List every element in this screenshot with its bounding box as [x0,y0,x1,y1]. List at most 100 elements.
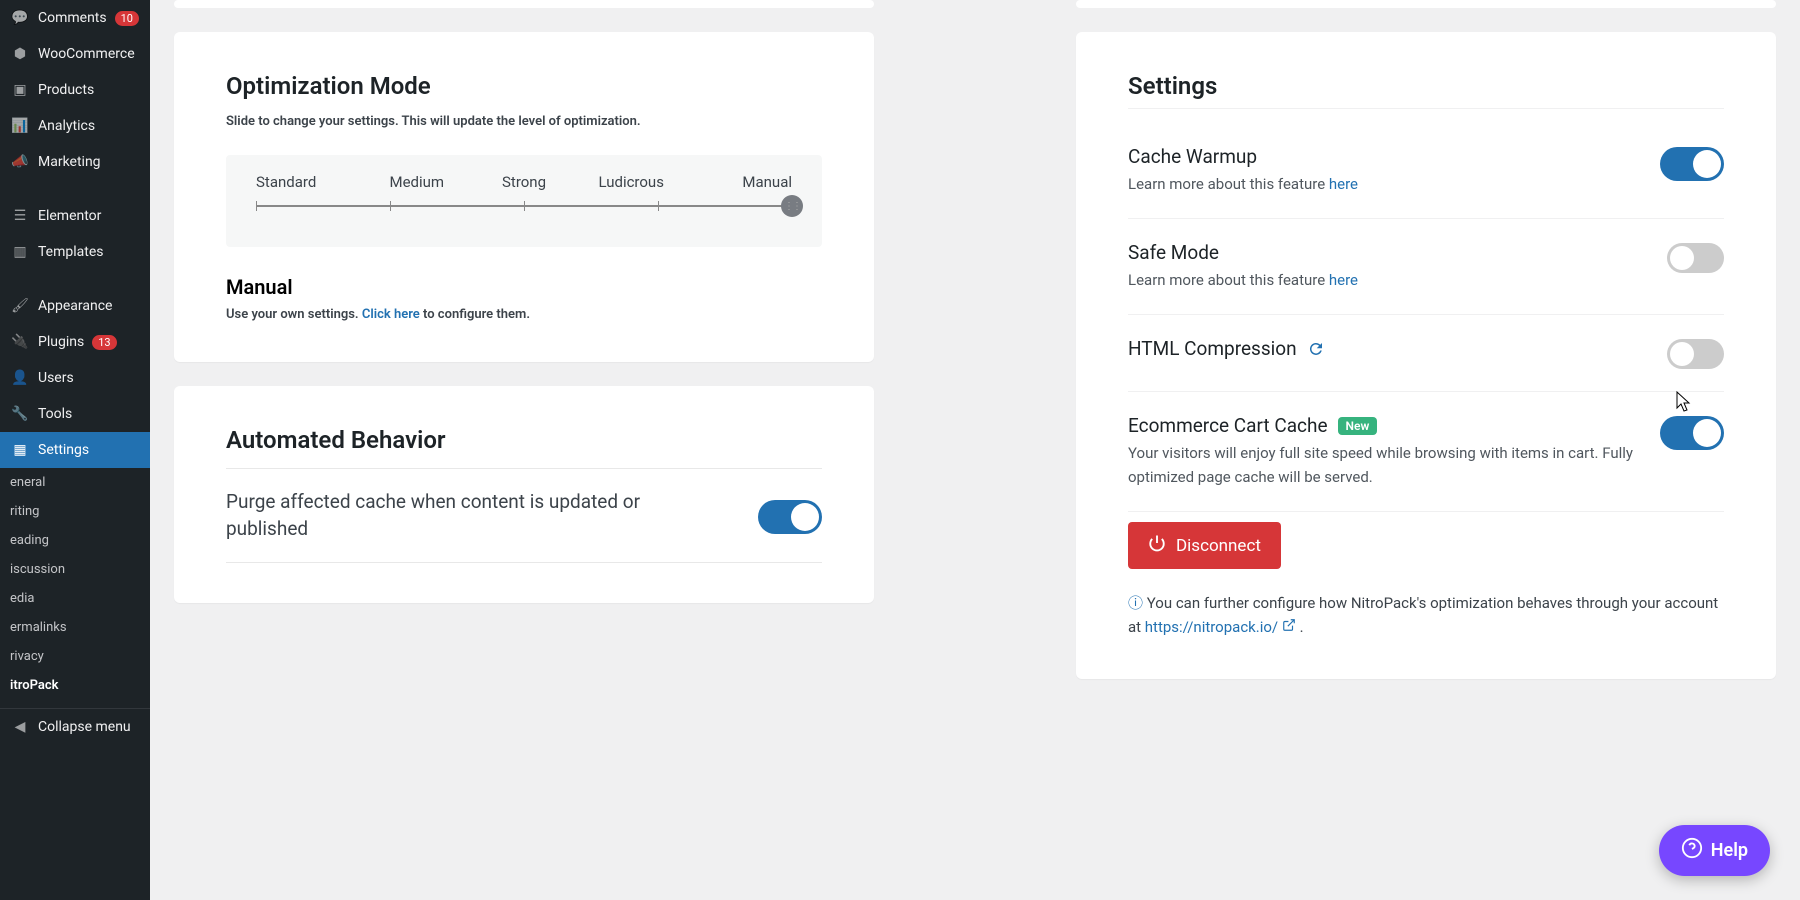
nitropack-link[interactable]: https://nitropack.io/ [1145,618,1278,636]
tools-icon: 🔧 [10,404,30,424]
learn-more-link[interactable]: here [1329,175,1358,193]
submenu-writing[interactable]: riting [0,497,150,526]
learn-more-link[interactable]: here [1329,271,1358,289]
info-icon: ⓘ [1128,594,1143,612]
settings-row-safe-mode: Safe Mode Learn more about this feature … [1128,219,1724,315]
sidebar-item-label: Users [38,370,74,386]
appearance-icon: 🖌 [10,296,30,316]
info-text: ⓘ You can further configure how NitroPac… [1128,591,1724,639]
help-button[interactable]: Help [1659,825,1770,876]
automated-row: Purge affected cache when content is upd… [226,468,822,563]
sidebar-item-products[interactable]: ▣ Products [0,72,150,108]
card-subtitle: Slide to change your settings. This will… [226,114,822,129]
submenu-general[interactable]: eneral [0,468,150,497]
settings-label: Ecommerce Cart Cache New [1128,414,1640,437]
help-icon [1681,837,1703,864]
sidebar-item-label: Templates [38,244,104,260]
settings-row-ecommerce-cart-cache: Ecommerce Cart Cache New Your visitors w… [1128,392,1724,512]
slider-label: Manual [685,173,792,191]
ecommerce-cart-cache-toggle[interactable] [1660,416,1724,450]
sidebar-item-label: Settings [38,442,89,458]
card-title: Settings [1128,72,1724,109]
disconnect-button[interactable]: Disconnect [1128,522,1281,569]
sidebar-item-label: Tools [38,406,72,422]
sidebar-item-label: Products [38,82,94,98]
woocommerce-icon: ⬢ [10,44,30,64]
settings-label: Safe Mode [1128,241,1647,264]
settings-icon: ▦ [10,440,30,460]
submenu-media[interactable]: edia [0,584,150,613]
badge: 13 [92,335,116,350]
card-ghost [174,0,874,8]
products-icon: ▣ [10,80,30,100]
disconnect-label: Disconnect [1176,536,1261,556]
sidebar-item-label: Elementor [38,208,101,224]
sidebar-item-label: Comments [38,10,107,26]
settings-row-html-compression: HTML Compression [1128,315,1724,392]
templates-icon: ▥ [10,242,30,262]
sidebar-item-label: WooCommerce [38,46,135,62]
selected-mode-desc: Use your own settings. Click here to con… [226,307,822,322]
sidebar-item-woocommerce[interactable]: ⬢ WooCommerce [0,36,150,72]
users-icon: 👤 [10,368,30,388]
submenu-privacy[interactable]: rivacy [0,642,150,671]
new-badge: New [1338,417,1378,435]
comments-icon: 💬 [10,8,30,28]
sidebar: 💬 Comments 10 ⬢ WooCommerce ▣ Products 📊… [0,0,150,900]
badge: 10 [115,11,139,26]
settings-card: Settings Cache Warmup Learn more about t… [1076,32,1776,679]
html-compression-toggle[interactable] [1667,339,1724,369]
slider-label: Strong [470,173,577,191]
submenu-reading[interactable]: eading [0,526,150,555]
sidebar-item-users[interactable]: 👤 Users [0,360,150,396]
collapse-menu[interactable]: ◀ Collapse menu [0,708,150,745]
power-icon [1148,534,1166,557]
cache-warmup-toggle[interactable] [1660,147,1724,181]
safe-mode-toggle[interactable] [1667,243,1724,273]
card-title: Automated Behavior [226,426,822,454]
sidebar-item-tools[interactable]: 🔧 Tools [0,396,150,432]
sidebar-item-elementor[interactable]: ☰ Elementor [0,198,150,234]
external-link-icon [1282,618,1300,636]
settings-label: Cache Warmup [1128,145,1640,168]
sidebar-item-label: Marketing [38,154,101,170]
collapse-label: Collapse menu [38,719,131,735]
collapse-icon: ◀ [10,717,30,737]
slider-handle[interactable] [781,195,803,217]
automated-card: Automated Behavior Purge affected cache … [174,386,874,603]
card-ghost [1076,0,1776,8]
slider-labels: Standard Medium Strong Ludicrous Manual [256,173,792,191]
help-label: Help [1711,840,1748,861]
slider-label: Medium [363,173,470,191]
slider-label: Ludicrous [578,173,685,191]
slider-track[interactable] [256,205,792,207]
sidebar-item-analytics[interactable]: 📊 Analytics [0,108,150,144]
settings-desc: Learn more about this feature here [1128,172,1640,196]
card-title: Optimization Mode [226,72,822,100]
settings-desc: Your visitors will enjoy full site speed… [1128,441,1640,489]
marketing-icon: 📣 [10,152,30,172]
optimization-card: Optimization Mode Slide to change your s… [174,32,874,362]
submenu-discussion[interactable]: iscussion [0,555,150,584]
configure-link[interactable]: Click here [362,307,420,322]
sidebar-item-appearance[interactable]: 🖌 Appearance [0,288,150,324]
submenu-permalinks[interactable]: ermalinks [0,613,150,642]
settings-row-cache-warmup: Cache Warmup Learn more about this featu… [1128,123,1724,219]
submenu-nitropack[interactable]: itroPack [0,671,150,700]
sidebar-item-templates[interactable]: ▥ Templates [0,234,150,270]
sidebar-item-plugins[interactable]: 🔌 Plugins 13 [0,324,150,360]
sidebar-item-label: Plugins [38,334,84,350]
analytics-icon: 📊 [10,116,30,136]
sidebar-item-label: Appearance [38,298,112,314]
slider-box: Standard Medium Strong Ludicrous Manual [226,155,822,247]
settings-desc: Learn more about this feature here [1128,268,1647,292]
refresh-icon[interactable] [1307,340,1325,358]
sidebar-item-comments[interactable]: 💬 Comments 10 [0,0,150,36]
sidebar-item-settings[interactable]: ▦ Settings [0,432,150,468]
plugins-icon: 🔌 [10,332,30,352]
sidebar-item-marketing[interactable]: 📣 Marketing [0,144,150,180]
elementor-icon: ☰ [10,206,30,226]
purge-cache-toggle[interactable] [758,500,822,534]
selected-mode-title: Manual [226,275,822,299]
sidebar-item-label: Analytics [38,118,95,134]
